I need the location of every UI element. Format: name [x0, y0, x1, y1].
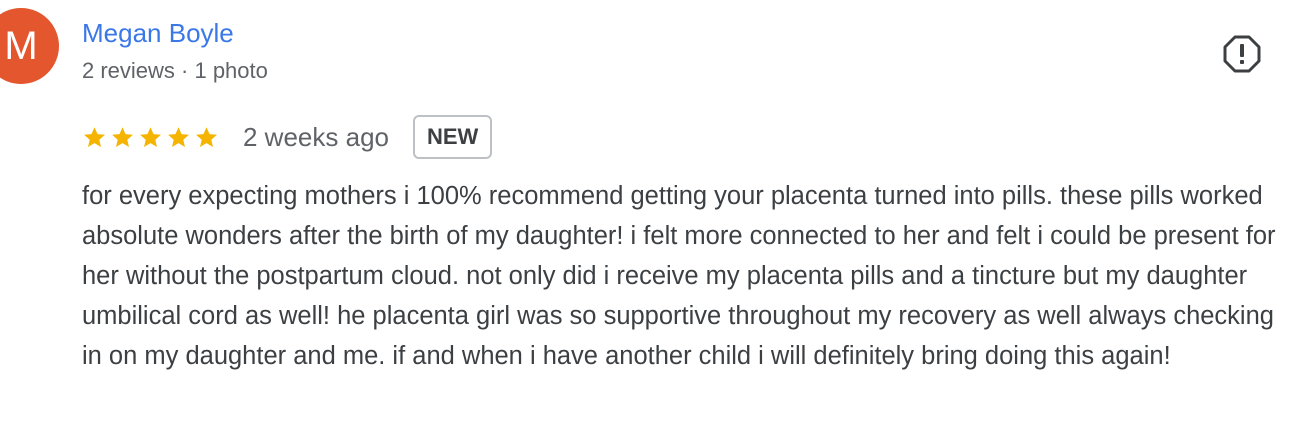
avatar-initial: M: [4, 23, 38, 68]
review-text: for every expecting mothers i 100% recom…: [82, 182, 1276, 370]
star-icon: [168, 126, 189, 147]
author-meta: 2 reviews · 1 photo: [82, 58, 268, 83]
author-name-link[interactable]: Megan Boyle: [82, 18, 234, 48]
star-icon: [84, 126, 105, 147]
review-time: 2 weeks ago: [243, 122, 389, 152]
avatar[interactable]: M: [0, 8, 59, 84]
star-icon: [196, 126, 217, 147]
star-icon: [140, 126, 161, 147]
new-badge: NEW: [412, 115, 493, 159]
review-card: M Megan Boyle 2 reviews · 1 photo 2 week…: [0, 0, 1302, 422]
report-button[interactable]: [1223, 35, 1261, 73]
rating-row: 2 weeks ago NEW: [82, 114, 493, 160]
star-icon: [112, 126, 133, 147]
star-rating: [82, 125, 219, 150]
report-icon: [1223, 35, 1261, 73]
